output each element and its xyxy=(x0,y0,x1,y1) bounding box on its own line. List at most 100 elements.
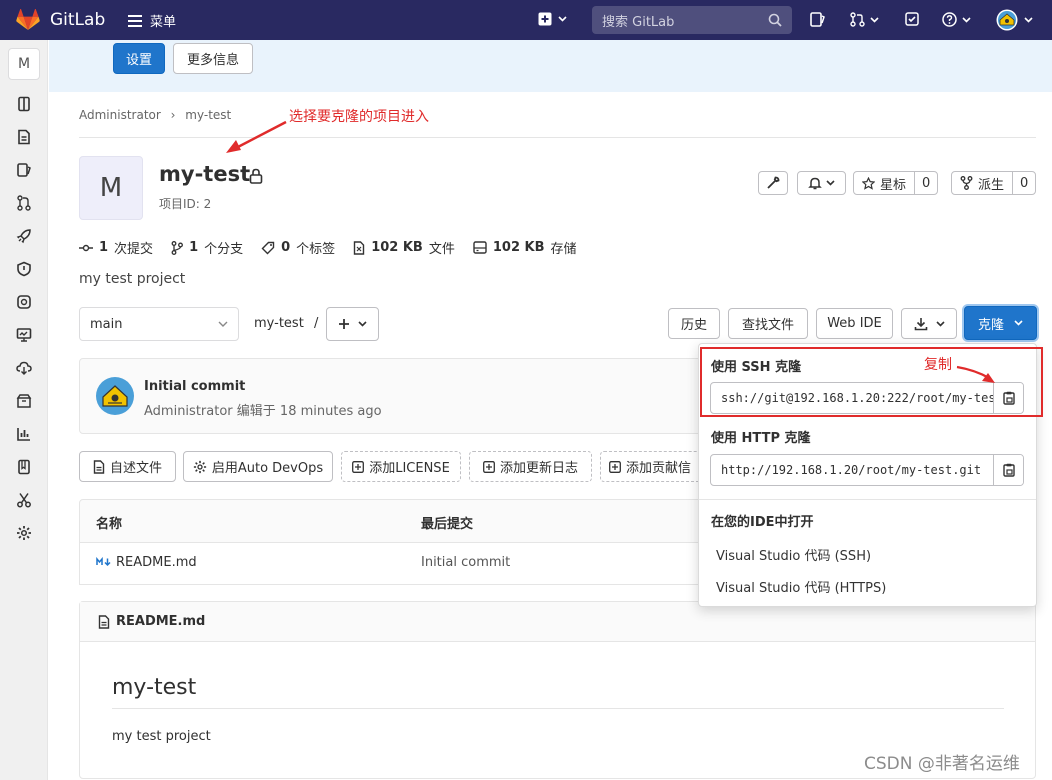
more-info-button[interactable]: 更多信息 xyxy=(173,43,253,74)
commits-label: 次提交 xyxy=(114,242,154,257)
tag-icon xyxy=(261,241,275,255)
star-label: 星标 xyxy=(880,177,907,193)
user-menu-button[interactable] xyxy=(996,9,1033,31)
file-icon xyxy=(93,459,105,474)
settings-button[interactable]: 设置 xyxy=(113,43,165,74)
readme-file-name[interactable]: README.md xyxy=(116,614,205,629)
breadcrumb-parent[interactable]: Administrator xyxy=(79,108,161,122)
web-ide-button[interactable]: Web IDE xyxy=(816,308,893,339)
repo-path-separator: / xyxy=(313,316,319,331)
rocket-icon[interactable] xyxy=(16,228,32,244)
commit-title[interactable]: Initial commit xyxy=(144,379,245,394)
file-last-commit[interactable]: Initial commit xyxy=(421,555,510,570)
annotation-select-project: 选择要克隆的项目进入 xyxy=(289,109,429,125)
add-contributing-button[interactable]: 添加贡献信 xyxy=(600,451,710,482)
hamburger-icon xyxy=(128,14,142,27)
fork-icon xyxy=(960,176,973,190)
commit-time: 18 minutes ago xyxy=(279,404,382,419)
wiki-icon[interactable] xyxy=(16,459,32,475)
settings-gear-icon[interactable] xyxy=(16,525,32,541)
project-avatar: M xyxy=(79,156,143,220)
file-table-header: 名称 最后提交 xyxy=(79,499,719,543)
table-row[interactable]: README.md Initial commit xyxy=(79,543,719,585)
branches-count: 1 xyxy=(189,240,199,255)
clipboard-icon xyxy=(1002,463,1015,477)
brand-name[interactable]: GitLab xyxy=(50,10,105,30)
auto-devops-button[interactable]: 启用Auto DevOps xyxy=(183,451,333,482)
menu-button[interactable]: 菜单 xyxy=(128,11,176,30)
find-file-button[interactable]: 查找文件 xyxy=(728,308,808,339)
menu-label: 菜单 xyxy=(150,15,177,30)
commit-author[interactable]: Administrator xyxy=(144,404,233,419)
star-count: 0 xyxy=(914,172,937,194)
add-file-dropdown[interactable] xyxy=(326,307,379,341)
commit-author-avatar[interactable] xyxy=(96,377,134,415)
files-size: 102 KB xyxy=(371,240,423,255)
shield-icon[interactable] xyxy=(16,261,32,277)
stat-commits[interactable]: 1 次提交 xyxy=(79,238,153,257)
file-icon xyxy=(98,614,110,629)
gitlab-logo-icon[interactable] xyxy=(16,9,40,31)
merge-request-icon[interactable] xyxy=(16,195,32,211)
repo-path-name[interactable]: my-test xyxy=(254,316,304,331)
col-last-commit-header: 最后提交 xyxy=(421,517,474,532)
search-input[interactable]: 搜索 GitLab xyxy=(592,6,792,34)
infrastructure-icon[interactable] xyxy=(16,360,32,376)
commit-icon xyxy=(79,242,93,254)
clone-dropdown-button[interactable]: 克隆 xyxy=(964,306,1037,340)
copy-http-url-button[interactable] xyxy=(993,455,1023,485)
star-button[interactable]: 星标 0 xyxy=(853,171,939,195)
new-dropdown-button[interactable] xyxy=(538,12,567,26)
branches-label: 个分支 xyxy=(204,242,244,257)
monitor-icon[interactable] xyxy=(16,327,32,343)
add-changelog-button[interactable]: 添加更新日志 xyxy=(469,451,592,482)
http-url-field[interactable]: http://192.168.1.20/root/my-test.git xyxy=(710,454,1024,486)
add-license-button[interactable]: 添加LICENSE xyxy=(341,451,461,482)
auto-devops-label: 启用Auto DevOps xyxy=(211,461,324,476)
ide-option-vscode-https[interactable]: Visual Studio 代码 (HTTPS) xyxy=(716,577,886,596)
stat-tags[interactable]: 0 个标签 xyxy=(261,238,335,257)
stat-storage[interactable]: 102 KB 存储 xyxy=(473,238,577,257)
http-url-value[interactable]: http://192.168.1.20/root/my-test.git xyxy=(711,455,993,485)
project-id: 项目ID: 2 xyxy=(159,197,212,211)
sidebar-project-avatar[interactable]: M xyxy=(8,48,40,80)
project-title: my-test xyxy=(159,162,251,186)
lock-icon xyxy=(249,168,263,184)
download-dropdown[interactable] xyxy=(901,308,957,339)
files-label: 文件 xyxy=(428,242,455,257)
merge-requests-button[interactable] xyxy=(850,12,879,27)
project-settings-button[interactable] xyxy=(758,171,788,195)
ide-option-vscode-ssh[interactable]: Visual Studio 代码 (SSH) xyxy=(716,545,871,564)
package-icon[interactable] xyxy=(16,393,32,409)
analytics-icon[interactable] xyxy=(16,426,32,442)
plus-square-icon xyxy=(538,12,552,26)
fork-count: 0 xyxy=(1012,172,1035,194)
notification-dropdown[interactable] xyxy=(797,171,846,195)
col-name-header: 名称 xyxy=(96,517,123,532)
branch-select[interactable]: main xyxy=(79,307,239,341)
chevron-down-icon xyxy=(218,321,228,327)
stat-branches[interactable]: 1 个分支 xyxy=(171,238,243,257)
help-button[interactable] xyxy=(942,12,971,27)
annotation-arrow-icon xyxy=(956,365,995,383)
stat-files[interactable]: 102 KB 文件 xyxy=(353,238,455,257)
fork-button[interactable]: 派生 0 xyxy=(951,171,1037,195)
issues-icon[interactable] xyxy=(810,12,825,27)
chevron-down-icon xyxy=(1024,17,1033,23)
file-name[interactable]: README.md xyxy=(116,555,197,570)
todos-icon[interactable] xyxy=(905,12,919,26)
chevron-down-icon xyxy=(1014,320,1023,326)
commits-count: 1 xyxy=(99,240,109,255)
commit-action: 编辑于 xyxy=(236,404,276,419)
readme-header: README.md xyxy=(80,602,1035,642)
history-button[interactable]: 历史 xyxy=(668,308,720,339)
project-overview-icon[interactable] xyxy=(16,96,32,112)
issues-icon[interactable] xyxy=(16,162,32,178)
repository-icon[interactable] xyxy=(16,129,32,145)
bell-icon xyxy=(808,176,822,190)
readme-button[interactable]: 自述文件 xyxy=(79,451,176,482)
snippets-icon[interactable] xyxy=(16,492,32,508)
add-changelog-label: 添加更新日志 xyxy=(499,461,578,476)
deployments-icon[interactable] xyxy=(16,294,32,310)
watermark: CSDN @非著名运维 xyxy=(864,754,1020,774)
